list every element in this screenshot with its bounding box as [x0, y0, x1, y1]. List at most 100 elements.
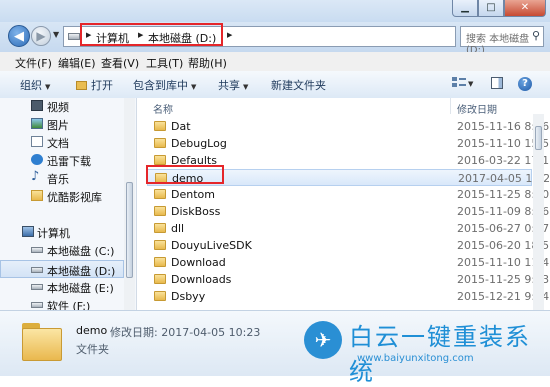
file-row-diskboss[interactable]: DiskBoss 2015-11-09 8:56: [147, 203, 549, 220]
command-bar: 组织 ▼ 打开 包含到库中 ▼ 共享 ▼ 新建文件夹 ▼ ?: [0, 71, 550, 99]
watermark-url: www.baiyunxitong.com: [357, 353, 474, 364]
sidebar-item-drive-f[interactable]: 软件 (F:): [0, 297, 124, 310]
file-list-scroll-thumb[interactable]: [535, 126, 542, 150]
sidebar-item-drive-c[interactable]: 本地磁盘 (C:): [0, 242, 124, 258]
drive-icon: [31, 302, 43, 308]
menu-bar: 文件(F) 编辑(E) 查看(V) 工具(T) 帮助(H): [0, 52, 550, 72]
share-label: 共享: [218, 79, 240, 92]
help-icon[interactable]: ?: [518, 77, 532, 91]
menu-file[interactable]: 文件(F): [15, 55, 52, 71]
preview-pane-icon[interactable]: [491, 77, 503, 89]
recent-pages-dropdown[interactable]: ▼: [53, 30, 59, 39]
organize-button[interactable]: 组织 ▼: [20, 77, 50, 93]
sidebar-item-label: 音乐: [47, 173, 69, 186]
sidebar-item-thunder-downloads[interactable]: 迅雷下载: [0, 152, 124, 168]
thunder-download-icon: [31, 154, 43, 165]
menu-view[interactable]: 查看(V): [101, 55, 139, 71]
sidebar-item-label: 迅雷下载: [47, 155, 91, 168]
open-button[interactable]: 打开: [76, 77, 113, 93]
title-bar: ▁ □ ✕: [0, 0, 550, 22]
pictures-library-icon: [31, 118, 43, 129]
column-header-name[interactable]: 名称: [153, 101, 173, 117]
file-row-dsbyy[interactable]: Dsbyy 2015-12-21 9:54: [147, 288, 549, 305]
details-name: demo: [76, 324, 108, 337]
details-type: 文件夹: [76, 343, 109, 356]
chevron-right-icon[interactable]: ▶: [227, 31, 232, 39]
file-row-douyulivesdk[interactable]: DouyuLiveSDK 2015-06-20 18:5: [147, 237, 549, 254]
file-list: 名称 修改日期 Dat 2015-11-16 8:36 DebugLog 201…: [137, 98, 550, 310]
sidebar-item-label: 文档: [47, 137, 69, 150]
new-folder-button[interactable]: 新建文件夹: [271, 77, 326, 93]
music-library-icon: ♪: [31, 169, 40, 184]
sidebar-item-computer[interactable]: 计算机: [0, 224, 124, 240]
folder-icon: [154, 257, 166, 267]
sidebar-item-label: 软件 (F:): [47, 300, 91, 310]
file-list-scrollbar[interactable]: [533, 114, 544, 310]
sidebar-item-label: 优酷影视库: [47, 191, 102, 204]
file-row-dentom[interactable]: Dentom 2015-11-25 8:50: [147, 186, 549, 203]
file-name: Download: [171, 256, 226, 269]
video-library-icon: [31, 100, 43, 111]
sidebar-scrollbar[interactable]: [124, 98, 135, 310]
navigation-pane: 视频 图片 文档 迅雷下载 ♪ 音乐 优酷影视库 计算机 本地磁盘 (C:) 本…: [0, 98, 137, 310]
sidebar-item-videos[interactable]: 视频: [0, 98, 124, 114]
folder-icon: [154, 138, 166, 148]
details-pane: demo 修改日期: 2017-04-05 10:23 文件夹 ✈ 白云一键重装…: [0, 310, 550, 386]
forward-button[interactable]: ▶: [31, 26, 51, 46]
folder-icon: [154, 121, 166, 131]
drive-icon: [31, 284, 43, 290]
sidebar-item-label: 图片: [47, 119, 69, 132]
drive-icon: [68, 33, 80, 40]
search-icon[interactable]: ⚲: [532, 29, 540, 42]
menu-help[interactable]: 帮助(H): [188, 55, 227, 71]
file-name: DouyuLiveSDK: [171, 239, 252, 252]
new-folder-label: 新建文件夹: [271, 79, 326, 92]
file-name: Dentom: [171, 188, 215, 201]
sidebar-item-youku-library[interactable]: 优酷影视库: [0, 188, 124, 204]
sidebar-item-drive-d[interactable]: 本地磁盘 (D:): [0, 260, 124, 278]
folder-icon: [154, 274, 166, 284]
file-row-debuglog[interactable]: DebugLog 2015-11-10 15:5: [147, 135, 549, 152]
details-modified: 修改日期: 2017-04-05 10:23: [110, 326, 261, 339]
search-input[interactable]: 搜索 本地磁盘 (D:) ⚲: [460, 26, 544, 56]
youku-library-icon: [31, 190, 43, 201]
folder-open-icon: [76, 81, 87, 90]
back-button[interactable]: ◀: [8, 25, 30, 47]
sidebar-scroll-thumb[interactable]: [126, 182, 133, 278]
column-header-modified[interactable]: 修改日期: [457, 101, 497, 117]
sidebar-item-label: 本地磁盘 (E:): [47, 282, 114, 295]
watermark: ✈ 白云一键重装系统 www.baiyunxitong.com: [297, 313, 550, 386]
folder-icon: [154, 240, 166, 250]
view-options-icon[interactable]: [452, 77, 466, 88]
minimize-button[interactable]: ▁: [452, 0, 478, 17]
sidebar-item-label: 本地磁盘 (D:): [47, 265, 116, 278]
maximize-button[interactable]: □: [478, 0, 504, 17]
sidebar-item-drive-e[interactable]: 本地磁盘 (E:): [0, 279, 124, 295]
file-name: Dat: [171, 120, 191, 133]
file-row-dat[interactable]: Dat 2015-11-16 8:36: [147, 118, 549, 135]
menu-edit[interactable]: 编辑(E): [58, 55, 96, 71]
share-button[interactable]: 共享 ▼: [218, 77, 248, 93]
folder-icon: [154, 155, 166, 165]
sidebar-item-pictures[interactable]: 图片: [0, 116, 124, 132]
close-button[interactable]: ✕: [504, 0, 546, 17]
file-name: DiskBoss: [171, 205, 221, 218]
include-library-label: 包含到库中: [133, 79, 188, 92]
organize-label: 组织: [20, 79, 42, 92]
chevron-down-icon[interactable]: ▼: [468, 80, 473, 88]
address-highlight-box: [80, 23, 223, 46]
sidebar-item-label: 视频: [47, 101, 69, 114]
file-row-dll[interactable]: dll 2015-06-27 0:37: [147, 220, 549, 237]
sidebar-item-music[interactable]: ♪ 音乐: [0, 169, 124, 187]
chevron-down-icon: ▼: [45, 83, 51, 91]
bird-logo-icon: ✈: [304, 321, 342, 359]
watermark-name: 白云一键重装系统: [349, 323, 531, 386]
file-row-downloads[interactable]: Downloads 2015-11-25 9:53: [147, 271, 549, 288]
include-in-library-button[interactable]: 包含到库中 ▼: [133, 77, 196, 93]
menu-tools[interactable]: 工具(T): [146, 55, 183, 71]
file-row-download[interactable]: Download 2015-11-10 11:4: [147, 254, 549, 271]
sidebar-item-documents[interactable]: 文档: [0, 134, 124, 150]
chevron-down-icon: ▼: [243, 83, 249, 91]
column-divider[interactable]: [450, 98, 451, 114]
window-controls: ▁ □ ✕: [452, 0, 546, 17]
